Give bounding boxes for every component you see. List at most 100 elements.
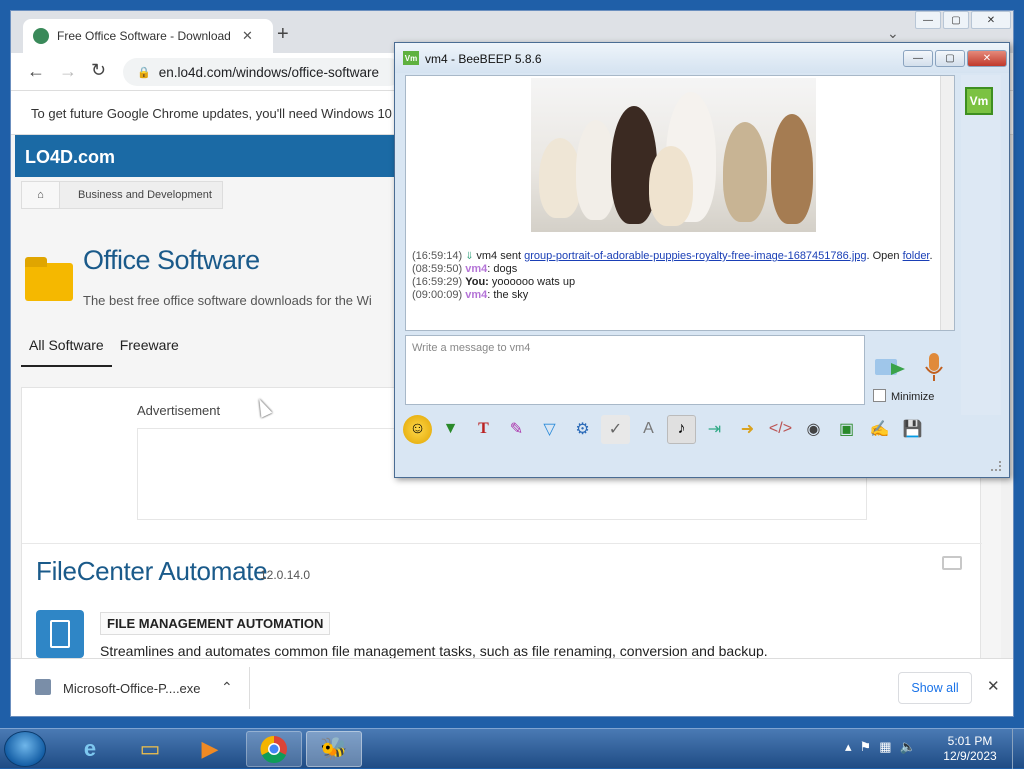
chat-message: (09:00:09) vm4: the sky <box>412 289 942 302</box>
close-tab-icon[interactable]: ✕ <box>242 28 253 44</box>
message-timestamp: (16:59:14) <box>412 250 463 262</box>
product-icon[interactable] <box>36 610 84 658</box>
text-icon[interactable]: A <box>634 415 663 444</box>
chrome-icon <box>260 735 287 763</box>
folder-tab-icon <box>25 257 47 267</box>
chat-log: (16:59:14) ⇓ vm4 sent group-portrait-of-… <box>412 250 942 302</box>
minimize-checkbox[interactable] <box>873 389 886 402</box>
message-author: vm4 <box>465 263 488 275</box>
send-file-icon[interactable]: ➜ <box>733 415 762 444</box>
tab-all-software[interactable]: All Software <box>21 325 112 367</box>
clock-time: 5:01 PM <box>947 734 993 748</box>
close-downloads-icon[interactable]: ✕ <box>987 677 1000 695</box>
show-desktop-button[interactable] <box>1012 729 1024 769</box>
document-icon <box>50 620 70 648</box>
new-tab-button[interactable]: + <box>277 23 289 46</box>
chrome-taskbar-icon[interactable] <box>246 731 302 767</box>
filter-icon[interactable]: ▽ <box>535 415 564 444</box>
product-name[interactable]: FileCenter Automate <box>36 556 268 587</box>
system-clock[interactable]: 5:01 PM 12/9/2023 <box>935 734 1005 764</box>
minimize-label: Minimize <box>891 391 935 403</box>
category-tag[interactable]: FILE MANAGEMENT AUTOMATION <box>100 612 331 635</box>
tab-title: Free Office Software - Download <box>57 29 231 43</box>
message-author: You: <box>465 276 489 288</box>
message-text: vm4 sent <box>476 250 525 262</box>
advertisement-label: Advertisement <box>137 403 221 418</box>
minimize-button[interactable]: — <box>915 11 941 29</box>
save-icon[interactable]: 💾 <box>898 415 927 444</box>
window-controls: — ▢ ✕ <box>915 11 1011 29</box>
network-icon[interactable]: ▦ <box>879 739 891 755</box>
address-bar[interactable]: 🔒 en.lo4d.com/windows/office-software <box>123 58 403 86</box>
folder-link[interactable]: folder <box>903 250 930 262</box>
maximize-button[interactable]: ▢ <box>935 50 965 67</box>
close-button[interactable]: ✕ <box>971 11 1011 29</box>
file-transfer-icon: ⇓ <box>465 251 477 262</box>
code-icon[interactable]: </> <box>766 415 795 444</box>
file-explorer-icon[interactable]: ▭ <box>122 731 178 767</box>
font-icon[interactable]: T <box>469 415 498 444</box>
product-version: 12.0.14.0 <box>260 568 311 582</box>
tab-freeware[interactable]: Freeware <box>112 325 187 367</box>
divider <box>22 543 982 544</box>
app-icon: Vm <box>403 51 419 65</box>
emoji-icon[interactable]: ☺ <box>403 414 432 444</box>
chat-pane: (16:59:14) ⇓ vm4 sent group-portrait-of-… <box>405 75 955 331</box>
chat-scrollbar[interactable] <box>940 76 954 330</box>
breadcrumb-item[interactable]: Business and Development <box>60 189 222 201</box>
page-subtitle: The best free office software downloads … <box>83 293 372 308</box>
back-icon[interactable]: ← <box>27 61 45 82</box>
chevron-down-icon[interactable]: ▼ <box>436 415 465 444</box>
reload-icon[interactable]: ↻ <box>91 60 106 81</box>
screenshot-icon[interactable]: ▣ <box>832 415 861 444</box>
spell-check-icon[interactable]: ✓ <box>601 414 630 444</box>
minimize-button[interactable]: — <box>903 50 933 67</box>
file-link[interactable]: group-portrait-of-adorable-puppies-royal… <box>524 250 866 262</box>
sound-icon[interactable]: ♪ <box>667 414 696 444</box>
tab-search-icon[interactable]: ⌄ <box>887 25 899 42</box>
microphone-button[interactable] <box>923 351 945 383</box>
breadcrumb: ⌂ Business and Development <box>21 181 223 209</box>
site-logo[interactable]: LO4D.com <box>25 147 115 168</box>
beebeep-taskbar-icon[interactable]: 🐝 <box>306 731 362 767</box>
camera-icon[interactable]: ◉ <box>799 415 828 444</box>
beebeep-window: Vm vm4 - BeeBEEP 5.8.6 — ▢ ✕ (16:59:14) … <box>394 42 1010 478</box>
show-all-button[interactable]: Show all <box>898 672 972 704</box>
settings-gear-icon[interactable]: ⚙ <box>568 415 597 444</box>
show-hidden-icons-icon[interactable]: ▴ <box>845 739 852 755</box>
send-button[interactable] <box>873 353 907 381</box>
download-bar: Microsoft-Office-P....exe ⌃ Show all ✕ <box>11 658 1013 716</box>
media-player-icon[interactable]: ▶ <box>182 731 238 767</box>
installer-icon <box>35 679 51 695</box>
color-picker-icon[interactable]: ✎ <box>502 415 531 444</box>
forward-icon[interactable]: → <box>59 61 77 82</box>
puppies-image[interactable] <box>531 78 816 232</box>
maximize-button[interactable]: ▢ <box>943 11 969 29</box>
user-list: Vm <box>961 75 1001 415</box>
software-tabs: All Software Freeware <box>21 325 187 367</box>
close-button[interactable]: ✕ <box>967 50 1007 67</box>
message-text: : the sky <box>487 289 529 301</box>
page-title: Office Software <box>83 245 260 275</box>
resize-grip-icon[interactable] <box>991 461 1001 471</box>
message-text: : dogs <box>487 263 518 275</box>
system-tray: ▴ ⚑ ▦ 🔈 <box>845 739 916 755</box>
lock-icon: 🔒 <box>137 66 151 79</box>
volume-icon[interactable]: 🔈 <box>899 739 915 755</box>
browser-tab[interactable]: Free Office Software - Download ✕ <box>23 19 273 53</box>
home-icon[interactable]: ⌂ <box>22 182 60 208</box>
message-text: . <box>929 250 933 262</box>
chevron-up-icon[interactable]: ⌃ <box>221 679 233 696</box>
export-icon[interactable]: ⇥ <box>700 415 729 444</box>
start-button[interactable] <box>4 731 46 767</box>
user-avatar[interactable]: Vm <box>965 87 993 115</box>
internet-explorer-icon[interactable]: e <box>62 731 118 767</box>
infobar-text: To get future Google Chrome updates, you… <box>31 106 392 121</box>
send-icon <box>875 359 905 375</box>
action-center-icon[interactable]: ⚑ <box>860 739 872 755</box>
notes-icon[interactable]: ✍ <box>865 415 894 444</box>
taskbar: e ▭ ▶ 🐝 ▴ ⚑ ▦ 🔈 5:01 PM 12/9/2023 <box>0 728 1024 769</box>
download-file[interactable]: Microsoft-Office-P....exe <box>63 681 201 696</box>
message-input[interactable]: Write a message to vm4 <box>405 335 865 405</box>
divider <box>249 667 250 709</box>
